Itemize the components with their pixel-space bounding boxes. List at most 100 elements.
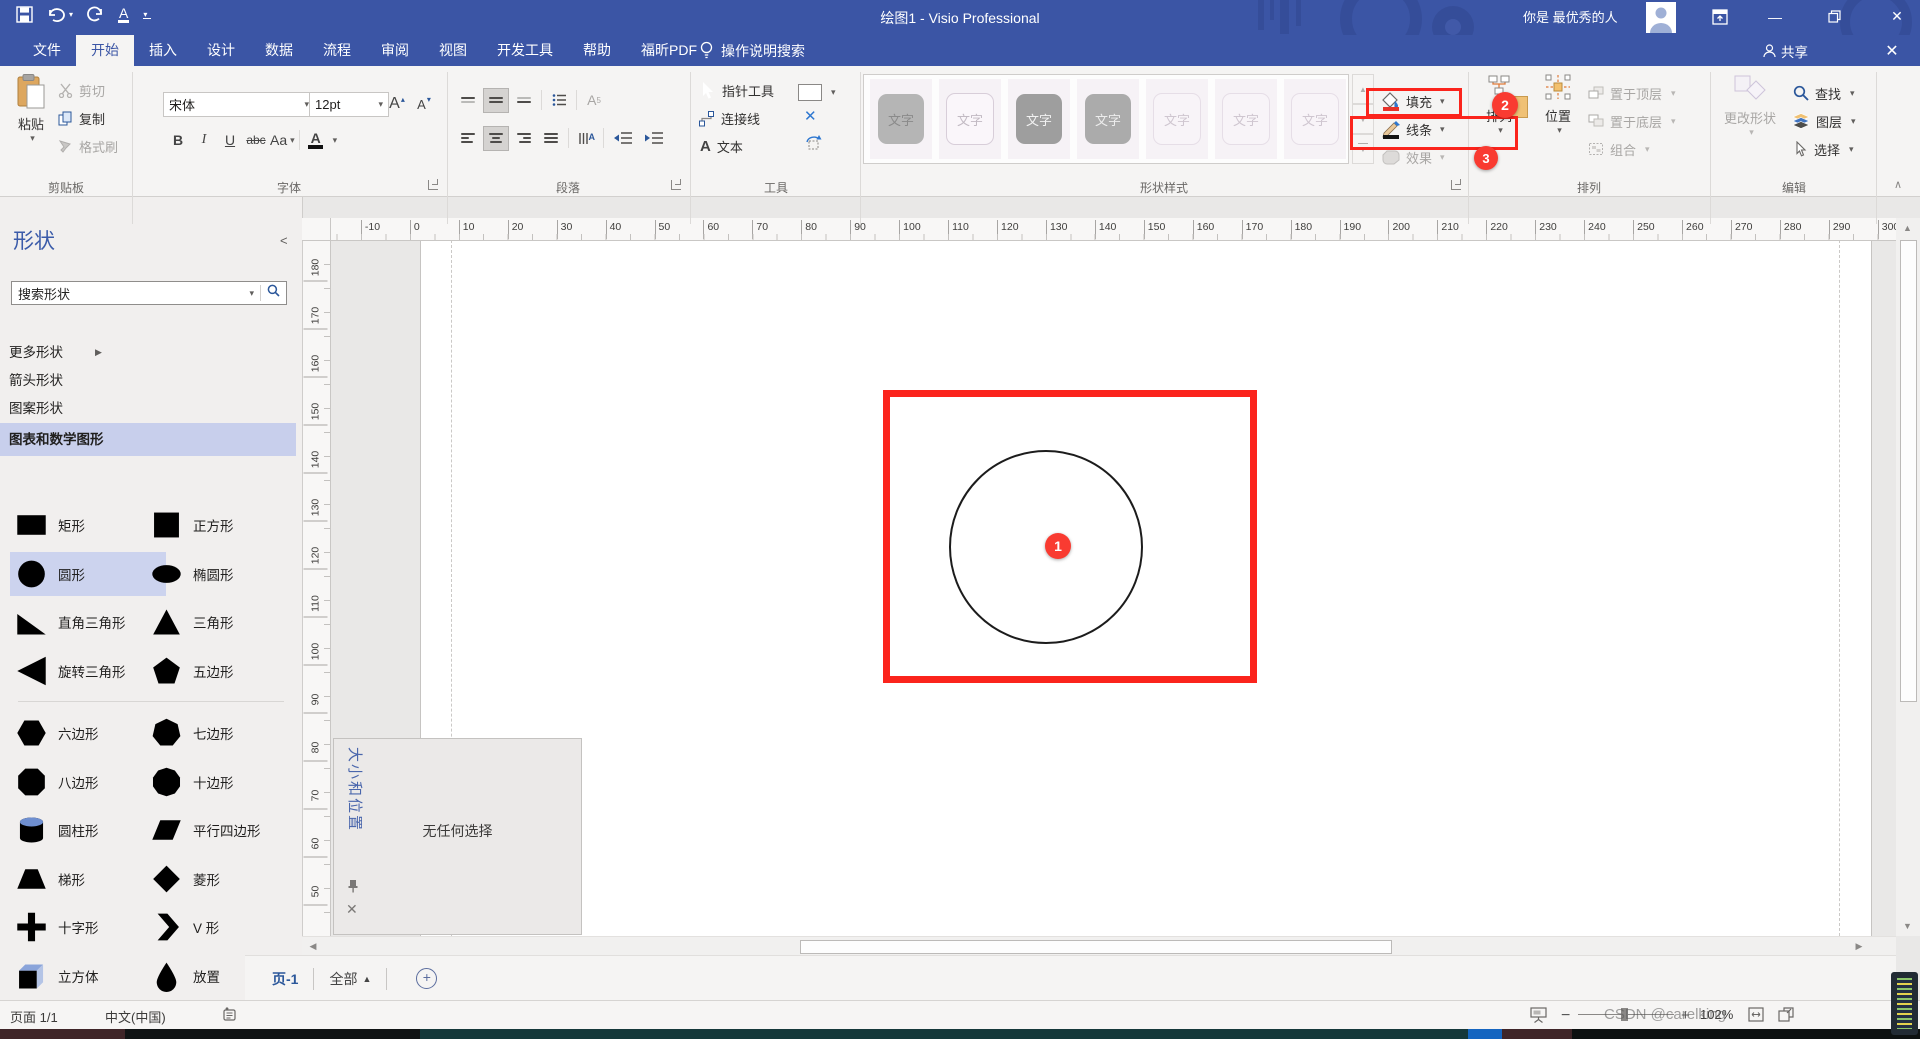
shape-category-item[interactable]: 图案形状: [0, 395, 296, 423]
shape-stencil-item[interactable]: 圆形: [10, 552, 166, 596]
shape-style-tile[interactable]: 文字: [1284, 79, 1346, 159]
collapse-panel-icon[interactable]: <: [280, 233, 288, 248]
send-to-back-button[interactable]: 置于底层 ▾: [1588, 109, 1676, 133]
shape-stencil-item[interactable]: 八边形: [10, 760, 166, 804]
page-count-status[interactable]: 页面 1/1: [10, 1007, 58, 1026]
increase-indent-button[interactable]: [640, 127, 668, 150]
find-button[interactable]: 查找 ▾: [1793, 81, 1855, 105]
ribbon-tab[interactable]: 插入: [134, 35, 192, 66]
shape-style-tile[interactable]: 文字: [1146, 79, 1208, 159]
justify-button[interactable]: [539, 127, 563, 150]
position-button[interactable]: 位置 ▾: [1532, 74, 1584, 136]
shape-style-tile[interactable]: 文字: [870, 79, 932, 159]
align-center-button[interactable]: [483, 126, 509, 151]
restore-button[interactable]: [1817, 0, 1851, 33]
paragraph-dialog-launcher-icon[interactable]: [671, 180, 681, 190]
vertical-scrollbar[interactable]: ▲ ▼: [1896, 218, 1920, 936]
layers-button[interactable]: 图层 ▾: [1792, 109, 1856, 133]
shape-search-input[interactable]: 搜索形状: [12, 284, 243, 303]
shape-stencil-item[interactable]: 十边形: [145, 760, 277, 804]
shape-category-item[interactable]: 图表和数学图形: [0, 423, 296, 456]
pages-up-icon[interactable]: ▲: [362, 974, 371, 984]
shape-stencil-item[interactable]: 矩形: [10, 503, 166, 547]
ribbon-tab[interactable]: 开发工具: [482, 35, 568, 66]
fit-page-icon[interactable]: [1748, 1007, 1764, 1025]
align-bottom-button[interactable]: [512, 89, 536, 112]
zoom-out-icon[interactable]: −: [1561, 1007, 1570, 1025]
shape-styles-dialog-launcher-icon[interactable]: [1451, 180, 1461, 190]
ribbon-tab[interactable]: 文件: [18, 35, 76, 66]
font-color-dropdown-icon[interactable]: ▾: [333, 135, 338, 146]
shrink-font-button[interactable]: A▾: [412, 92, 436, 116]
share-button[interactable]: 共享: [1763, 35, 1808, 66]
close-icon[interactable]: ✕: [1875, 35, 1909, 66]
shape-stencil-item[interactable]: 梯形: [10, 857, 166, 901]
search-dropdown-icon[interactable]: ▾: [243, 288, 260, 299]
shape-stencil-item[interactable]: 三角形: [145, 600, 277, 644]
all-pages-button[interactable]: 全部: [329, 969, 357, 989]
pointer-tool-button[interactable]: 指针工具: [700, 78, 774, 102]
format-painter-button[interactable]: 格式刷: [58, 134, 118, 158]
strikethrough-button[interactable]: abc: [244, 128, 268, 152]
font-size-select[interactable]: 12pt▾: [309, 92, 389, 117]
shape-stencil-item[interactable]: 菱形: [145, 857, 277, 901]
shape-style-tile[interactable]: 文字: [1008, 79, 1070, 159]
ribbon-tab[interactable]: 帮助: [568, 35, 626, 66]
scroll-right-icon[interactable]: ▶: [1850, 939, 1868, 954]
shape-category-item[interactable]: 箭头形状: [0, 367, 296, 395]
paste-dropdown-icon[interactable]: ▾: [30, 133, 35, 144]
connection-point-tool-icon[interactable]: ✕: [804, 107, 817, 125]
ribbon-tab[interactable]: 数据: [250, 35, 308, 66]
language-status[interactable]: 中文(中国): [105, 1007, 166, 1026]
group-button[interactable]: 组合 ▾: [1588, 137, 1650, 161]
ribbon-display-options-icon[interactable]: [1703, 0, 1737, 33]
minimize-button[interactable]: —: [1758, 0, 1792, 33]
ribbon-tab[interactable]: 视图: [424, 35, 482, 66]
shape-stencil-item[interactable]: V 形: [145, 905, 277, 949]
ribbon-tab[interactable]: 设计: [192, 35, 250, 66]
bring-to-front-button[interactable]: 置于顶层 ▾: [1588, 81, 1676, 105]
align-left-button[interactable]: [456, 127, 480, 150]
underline-button[interactable]: U: [218, 128, 242, 152]
shape-style-tile[interactable]: 文字: [1077, 79, 1139, 159]
shape-stencil-item[interactable]: 旋转三角形: [10, 649, 166, 693]
add-page-icon[interactable]: +: [416, 968, 437, 989]
align-right-button[interactable]: [512, 127, 536, 150]
shape-category-item[interactable]: 更多形状: [0, 339, 296, 367]
shape-stencil-item[interactable]: 六边形: [10, 711, 166, 755]
shape-style-tile[interactable]: 文字: [939, 79, 1001, 159]
shape-stencil-item[interactable]: 十字形: [10, 905, 166, 949]
macro-record-icon[interactable]: [222, 1007, 237, 1025]
font-color-button[interactable]: A: [304, 128, 328, 152]
change-shape-button[interactable]: 更改形状 ▾: [1716, 74, 1784, 138]
horizontal-scroll-thumb[interactable]: [800, 940, 1392, 954]
grow-font-button[interactable]: A▴: [385, 92, 409, 116]
autosize-text-button[interactable]: A5: [582, 89, 606, 112]
shape-stencil-item[interactable]: 七边形: [145, 711, 277, 755]
search-icon[interactable]: [261, 284, 286, 302]
fullscreen-icon[interactable]: [1778, 1007, 1794, 1025]
scroll-up-icon[interactable]: ▲: [1898, 220, 1917, 236]
shape-stencil-item[interactable]: 椭圆形: [145, 552, 277, 596]
copy-button[interactable]: 复制: [58, 106, 105, 130]
tell-me-search[interactable]: 操作说明搜索: [700, 35, 805, 66]
shape-style-tile[interactable]: 文字: [1215, 79, 1277, 159]
shape-stencil-item[interactable]: 正方形: [145, 503, 277, 547]
avatar[interactable]: [1646, 2, 1676, 33]
scroll-left-icon[interactable]: ◀: [304, 939, 322, 954]
horizontal-scrollbar[interactable]: ◀ ▶: [302, 936, 1896, 956]
connector-tool-button[interactable]: 连接线: [698, 106, 760, 130]
collapse-ribbon-icon[interactable]: ∧: [1894, 178, 1902, 191]
font-family-select[interactable]: 宋体▾: [163, 92, 315, 117]
ribbon-tab[interactable]: 开始: [76, 35, 134, 66]
bullets-button[interactable]: [547, 89, 571, 112]
shape-stencil-item[interactable]: 直角三角形: [10, 600, 166, 644]
shape-search-box[interactable]: 搜索形状 ▾: [11, 281, 287, 305]
ribbon-tab[interactable]: 审阅: [366, 35, 424, 66]
vertical-scroll-thumb[interactable]: [1900, 240, 1917, 702]
shape-stencil-item[interactable]: 圆柱形: [10, 808, 166, 852]
align-middle-button[interactable]: [483, 88, 509, 113]
free-rotate-icon[interactable]: [804, 134, 822, 156]
decrease-indent-button[interactable]: [609, 127, 637, 150]
close-button[interactable]: ✕: [1880, 0, 1914, 33]
